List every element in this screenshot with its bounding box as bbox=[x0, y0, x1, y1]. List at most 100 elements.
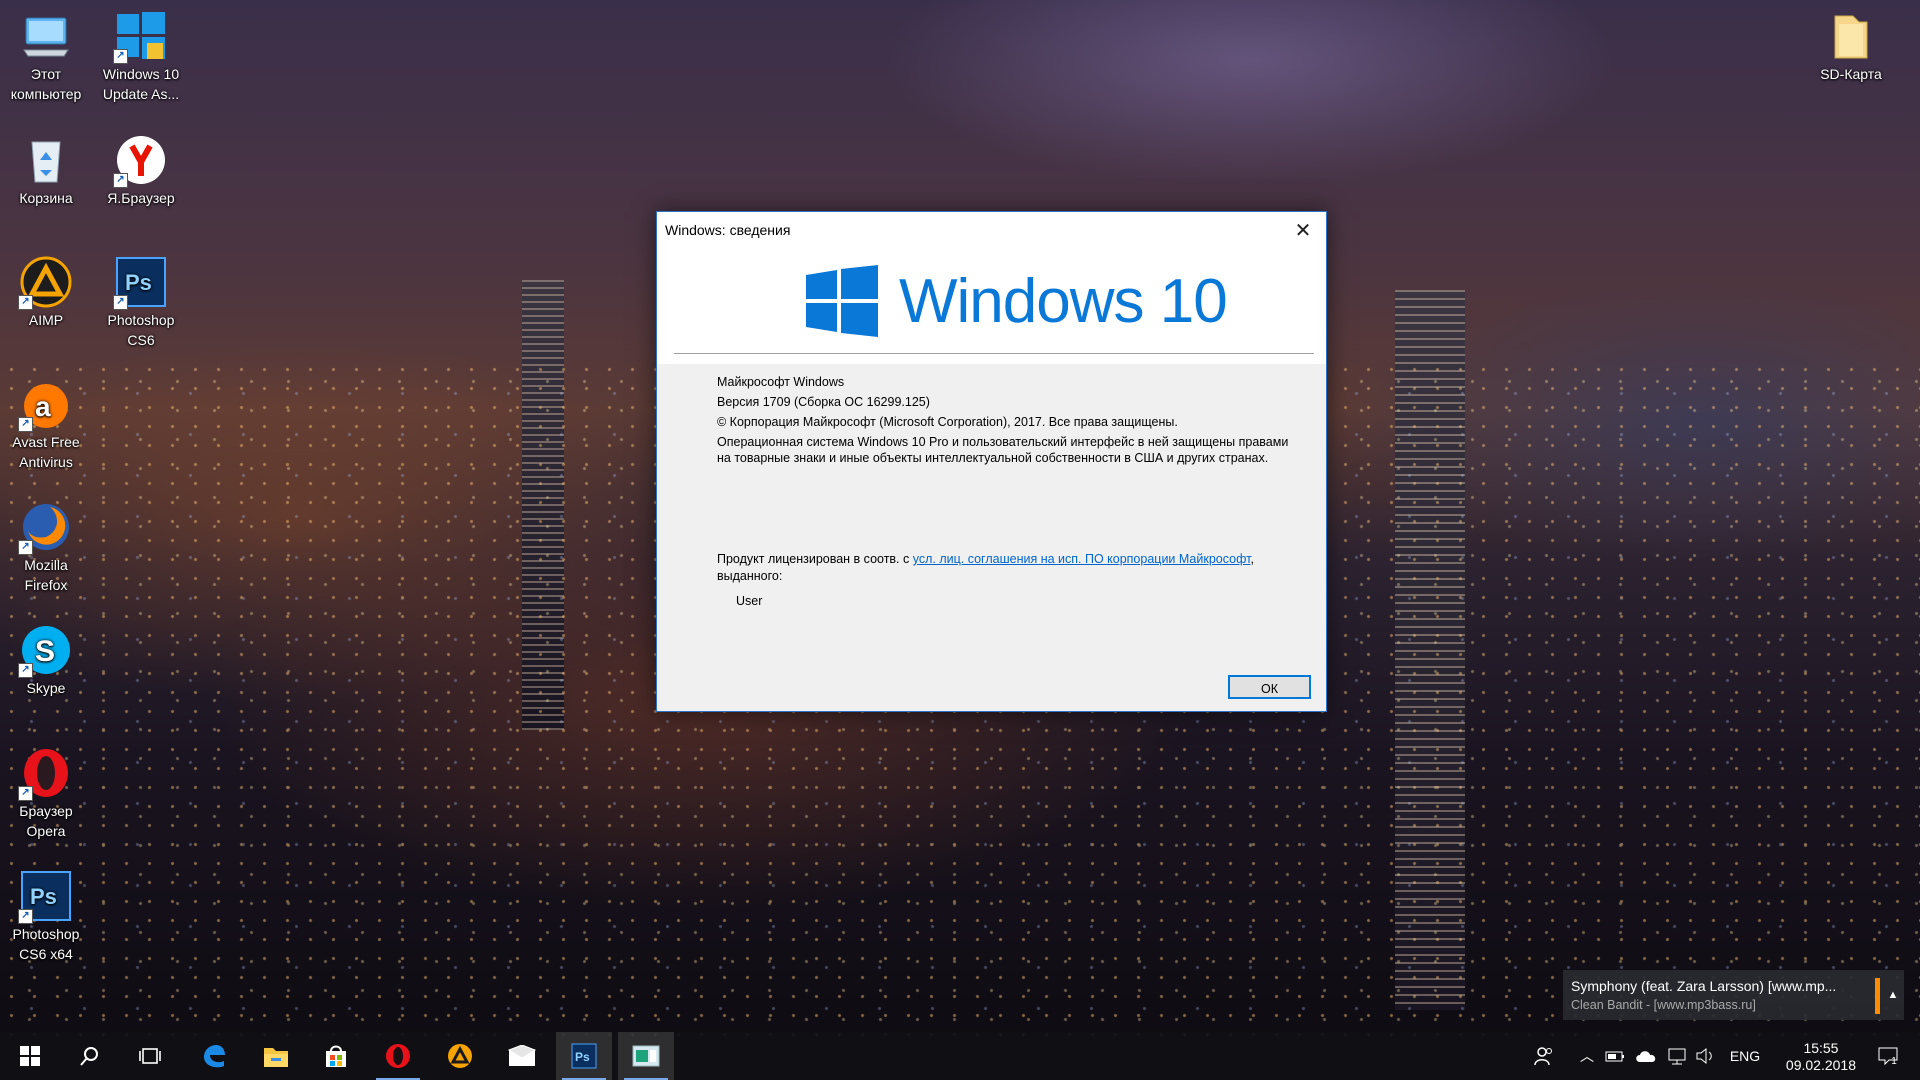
clock[interactable]: 15:55 09.02.2018 bbox=[1786, 1040, 1856, 1074]
edge-icon bbox=[204, 1045, 225, 1068]
folder-icon bbox=[1825, 10, 1877, 62]
windows-logo-banner: Windows 10 bbox=[657, 248, 1326, 364]
task-view-icon bbox=[139, 1048, 161, 1064]
svg-text:S: S bbox=[35, 635, 55, 668]
taskbar-file-explorer[interactable] bbox=[248, 1032, 304, 1080]
taskbar: Ps ︿ ENG 15:55 09.02.2018 1 bbox=[0, 1032, 1920, 1080]
windows-logo-icon bbox=[806, 265, 878, 337]
desktop-icon-windows-update[interactable]: ↗ Windows 10 Update As... bbox=[96, 4, 186, 104]
media-subtitle: Clean Bandit - [www.mp3bass.ru] bbox=[1571, 998, 1756, 1012]
input-language[interactable]: ENG bbox=[1722, 1032, 1768, 1080]
desktop-icon-recycle-bin[interactable]: Корзина bbox=[1, 128, 91, 208]
taskbar-photoshop[interactable]: Ps bbox=[556, 1032, 612, 1080]
shortcut-arrow-icon: ↗ bbox=[18, 417, 33, 432]
opera-icon: ↗ bbox=[18, 747, 72, 801]
skype-icon: S ↗ bbox=[18, 624, 72, 678]
clock-date: 09.02.2018 bbox=[1785, 1057, 1856, 1073]
about-windows-dialog: Windows: сведения ✕ Windows 10 Майкрософ… bbox=[656, 211, 1327, 712]
svg-text:Ps: Ps bbox=[575, 1050, 590, 1064]
desktop-icon-avast[interactable]: a ↗ Avast Free Antivirus bbox=[1, 372, 91, 472]
firefox-icon: ↗ bbox=[18, 501, 72, 555]
computer-icon bbox=[20, 10, 72, 62]
desktop-icon-firefox[interactable]: ↗ Mozilla Firefox bbox=[1, 495, 91, 595]
action-center-button[interactable]: 1 bbox=[1864, 1032, 1910, 1080]
shortcut-arrow-icon: ↗ bbox=[18, 786, 33, 801]
expand-up-icon[interactable]: ▲ bbox=[1882, 970, 1904, 1020]
desktop-icon-yandex-browser[interactable]: ↗ Я.Браузер bbox=[96, 128, 186, 208]
windows-10-wordmark: Windows 10 bbox=[899, 267, 1228, 336]
task-view-button[interactable] bbox=[122, 1032, 178, 1080]
version-info: Майкрософт Windows Версия 1709 (Сборка О… bbox=[717, 372, 1288, 466]
avast-icon: a ↗ bbox=[18, 378, 72, 432]
product-name: Майкрософт Windows bbox=[717, 375, 845, 389]
file-explorer-icon bbox=[264, 1048, 288, 1067]
shortcut-arrow-icon: ↗ bbox=[113, 49, 128, 64]
desktop-icon-this-pc[interactable]: Этот компьютер bbox=[1, 4, 91, 104]
media-notification[interactable]: Symphony (feat. Zara Larsson) [www.mp...… bbox=[1563, 970, 1904, 1020]
people-icon bbox=[1534, 1047, 1552, 1066]
onedrive-tray[interactable] bbox=[1632, 1032, 1660, 1080]
opera-icon bbox=[386, 1044, 410, 1068]
shortcut-arrow-icon: ↗ bbox=[18, 295, 33, 310]
chevron-up-icon: ︿ bbox=[1580, 1048, 1594, 1064]
taskbar-winver[interactable] bbox=[618, 1032, 674, 1080]
desktop-icon-photoshop[interactable]: Ps ↗ Photoshop CS6 bbox=[96, 250, 186, 350]
winver-icon bbox=[632, 1045, 660, 1067]
aimp-icon bbox=[448, 1044, 472, 1068]
taskbar-store[interactable] bbox=[308, 1032, 364, 1080]
license-text: Продукт лицензирован в соотв. с усл. лиц… bbox=[717, 552, 1254, 583]
yandex-browser-icon: ↗ bbox=[113, 134, 167, 188]
cloud-icon bbox=[1636, 1051, 1656, 1062]
close-button[interactable]: ✕ bbox=[1280, 212, 1326, 248]
search-icon bbox=[80, 1047, 98, 1066]
taskbar-opera[interactable] bbox=[370, 1032, 426, 1080]
start-button[interactable] bbox=[2, 1032, 58, 1080]
photoshop-icon: Ps ↗ bbox=[113, 256, 167, 310]
network-icon bbox=[1668, 1048, 1686, 1065]
trademark-line-2: на товарные знаки и иные объекты интелле… bbox=[717, 451, 1269, 465]
network-tray[interactable] bbox=[1664, 1032, 1690, 1080]
start-icon bbox=[20, 1046, 40, 1066]
divider bbox=[674, 353, 1314, 354]
desktop-icon-opera[interactable]: ↗ Браузер Opera bbox=[1, 741, 91, 841]
volume-tray[interactable] bbox=[1692, 1032, 1718, 1080]
shortcut-arrow-icon: ↗ bbox=[18, 540, 33, 555]
mail-icon bbox=[508, 1045, 536, 1066]
photoshop-icon: Ps bbox=[571, 1043, 597, 1069]
battery-tray[interactable] bbox=[1602, 1032, 1628, 1080]
media-accent-bar bbox=[1875, 978, 1880, 1014]
trademark-line-1: Операционная система Windows 10 Pro и по… bbox=[717, 435, 1289, 449]
taskbar-edge[interactable] bbox=[186, 1032, 242, 1080]
shortcut-arrow-icon: ↗ bbox=[113, 173, 128, 188]
shortcut-arrow-icon: ↗ bbox=[18, 909, 33, 924]
desktop-icon-sd-card[interactable]: SD-Карта bbox=[1806, 4, 1896, 84]
city-tower bbox=[1395, 290, 1465, 1010]
show-hidden-icons-button[interactable]: ︿ bbox=[1574, 1032, 1600, 1080]
clock-time: 15:55 bbox=[1803, 1040, 1839, 1056]
shortcut-arrow-icon: ↗ bbox=[18, 663, 33, 678]
aimp-icon: ↗ bbox=[18, 256, 72, 310]
close-icon: ✕ bbox=[1294, 219, 1312, 242]
desktop-icon-aimp[interactable]: ↗ AIMP bbox=[1, 250, 91, 330]
copyright-line: © Корпорация Майкрософт (Microsoft Corpo… bbox=[717, 415, 1178, 429]
people-button[interactable] bbox=[1530, 1032, 1558, 1080]
licensed-user: User bbox=[736, 594, 763, 608]
svg-text:Ps: Ps bbox=[125, 270, 152, 295]
taskbar-mail[interactable] bbox=[494, 1032, 550, 1080]
svg-text:Ps: Ps bbox=[30, 884, 57, 909]
windows-update-icon: ↗ bbox=[113, 10, 167, 64]
shortcut-arrow-icon: ↗ bbox=[113, 295, 128, 310]
notification-count: 1 bbox=[1891, 1055, 1897, 1067]
search-button[interactable] bbox=[62, 1032, 118, 1080]
recycle-bin-icon bbox=[20, 134, 72, 186]
desktop-icon-photoshop-x64[interactable]: Ps ↗ Photoshop CS6 x64 bbox=[1, 864, 91, 964]
version-line: Версия 1709 (Сборка ОС 16299.125) bbox=[717, 395, 930, 409]
dialog-title: Windows: сведения bbox=[665, 222, 791, 238]
ok-button[interactable]: ОК bbox=[1228, 675, 1311, 699]
media-title: Symphony (feat. Zara Larsson) [www.mp... bbox=[1571, 978, 1837, 994]
dialog-titlebar[interactable]: Windows: сведения ✕ bbox=[657, 212, 1326, 248]
license-terms-link[interactable]: усл. лиц. соглашения на исп. ПО корпорац… bbox=[913, 552, 1251, 566]
speaker-icon bbox=[1696, 1047, 1712, 1065]
taskbar-aimp[interactable] bbox=[432, 1032, 488, 1080]
desktop-icon-skype[interactable]: S ↗ Skype bbox=[1, 618, 91, 698]
